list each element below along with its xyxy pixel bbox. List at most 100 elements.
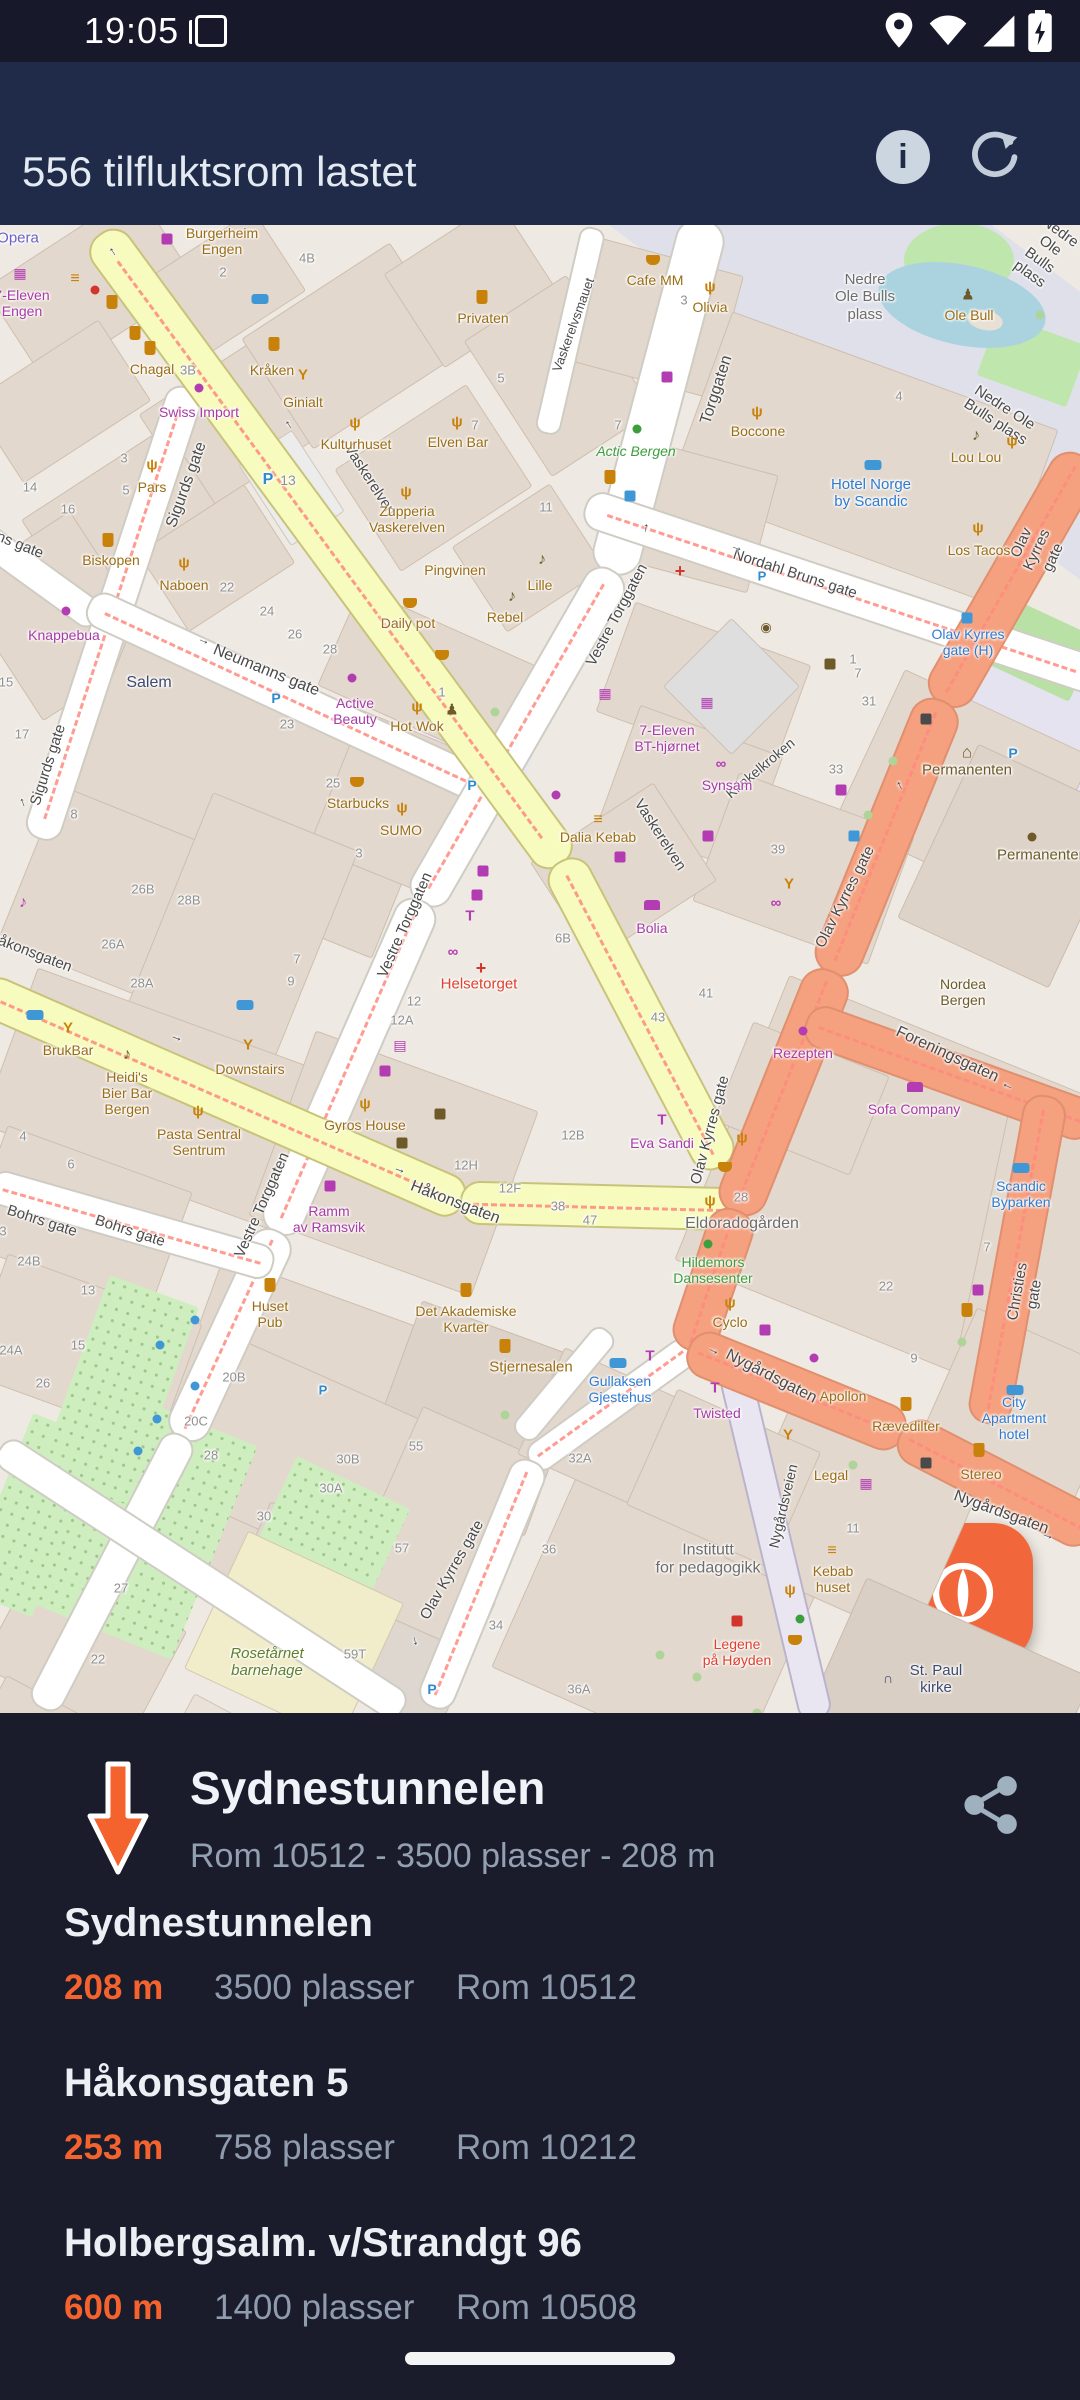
map-label: 25 (326, 777, 340, 792)
map-label: 7 (471, 419, 478, 434)
map-poi-icon: ψ (724, 1296, 735, 1311)
map-poi-dot-icon (633, 425, 642, 434)
map-poi-dot-icon (1036, 311, 1045, 320)
map-label: 36 (542, 1543, 556, 1558)
map-poi-mug-icon (974, 1443, 985, 1457)
map-label: 34 (489, 1619, 503, 1634)
map-poi-sq-icon (380, 1066, 391, 1077)
refresh-button[interactable] (966, 128, 1022, 184)
map-label: 7 (854, 667, 861, 682)
map-label: Lou Lou (951, 449, 1002, 465)
map-label: Stereo (960, 1466, 1001, 1482)
map-poi-icon: ψ (704, 280, 715, 295)
map-label: 22 (879, 1280, 893, 1295)
map-label: Nedre Ole Bulls plass (835, 271, 895, 323)
map-label: P (271, 690, 280, 706)
map-poi-icon: ψ (736, 1131, 747, 1146)
shelter-distance: 208 m (64, 1968, 214, 2008)
map-label: Nordea Bergen (940, 976, 986, 1008)
map-label: 30B (336, 1453, 359, 1468)
map-poi-dot-icon (704, 1240, 713, 1249)
map-label: Actic Bergen (596, 443, 675, 459)
map-label: 28 (323, 643, 337, 658)
shelter-room: Rom 10212 (456, 2128, 637, 2168)
shelter-room: Rom 10508 (456, 2288, 637, 2328)
map-label: Rebel (487, 609, 524, 625)
map-label: 15 (0, 676, 13, 691)
map-label: 26 (288, 628, 302, 643)
info-button[interactable]: i (876, 130, 930, 184)
map-poi-mug-icon (103, 533, 114, 547)
app-header: 556 tilfluktsrom lastet Data er oppdater… (0, 62, 1080, 225)
selected-shelter-subtitle: Rom 10512 - 3500 plasser - 208 m (190, 1837, 715, 1876)
map-label: Synsam (702, 777, 753, 793)
map-label: 24 (260, 605, 274, 620)
map-label: Pasta Sentral Sentrum (157, 1126, 241, 1158)
selected-shelter-row[interactable]: Sydnestunnelen Rom 10512 - 3500 plasser … (0, 1753, 1080, 1883)
map-label: Bolia (636, 920, 667, 936)
map-poi-icon: Y (63, 1021, 73, 1036)
shelter-capacity: 758 plasser (214, 2128, 456, 2168)
map-poi-icon: ♪ (123, 1047, 131, 1063)
map-label: 6 (67, 1158, 74, 1173)
map-label: 22 (91, 1653, 105, 1668)
map-label: SUMO (380, 822, 422, 838)
list-item[interactable]: Holbergsalm. v/Strandgt 96 600 m 1400 pl… (64, 2221, 1024, 2328)
shelter-distance: 253 m (64, 2128, 214, 2168)
map-label: 36A (567, 1683, 590, 1698)
wifi-icon (928, 15, 968, 47)
selected-shelter-title: Sydnestunnelen (190, 1761, 545, 1815)
map-poi-icon: ▤ (393, 1038, 406, 1052)
map-poi-icon: ∞ (448, 945, 459, 960)
map-label: 11 (846, 1522, 860, 1537)
map-label: Det Akademiske Kvarter (415, 1303, 516, 1335)
map-label: Gyros House (324, 1117, 406, 1133)
map-label: 4B (299, 252, 315, 267)
map-poi-mug-icon (477, 290, 488, 304)
map-poi-icon: ψ (396, 801, 407, 816)
nav-handle[interactable] (405, 2352, 675, 2365)
map-label: Elven Bar (428, 434, 489, 450)
map-poi-icon: ▦ (598, 686, 611, 700)
map-poi-icon: ψ (972, 521, 983, 536)
map-label: 2 (219, 266, 226, 281)
map-poi-icon: ▦ (700, 695, 713, 709)
map-label: 31 (862, 695, 876, 710)
map-poi-mug-icon (901, 1397, 912, 1411)
direction-arrow-icon (70, 1758, 166, 1876)
battery-charging-icon (1028, 10, 1052, 52)
map-label: Burgerheim Engen (186, 225, 258, 257)
map-label: 28B (177, 894, 200, 909)
map-label: Cyclo (712, 1314, 747, 1330)
list-item[interactable]: Sydnestunnelen 208 m 3500 plasser Rom 10… (64, 1901, 1024, 2008)
map-poi-dot-icon (889, 757, 898, 766)
map-poi-icon: ♪ (972, 428, 980, 444)
map-label: Olivia (692, 299, 727, 315)
list-item[interactable]: Håkonsgaten 5 253 m 758 plasser Rom 1021… (64, 2061, 1024, 2168)
map-label: 26 (36, 1377, 50, 1392)
map-label: 22 (220, 581, 234, 596)
map-label: 16 (61, 503, 75, 518)
signal-icon (980, 15, 1016, 47)
map-label: 9 (910, 1352, 917, 1367)
map-poi-icon: T (465, 909, 474, 924)
location-icon (882, 11, 916, 51)
share-button[interactable] (962, 1775, 1022, 1835)
map-poi-dot-icon (191, 1382, 200, 1391)
map-label: 11 (539, 501, 553, 516)
map-label: Cafe MM (627, 272, 684, 288)
map-poi-icon: Y (298, 368, 308, 383)
map-label: Salem (126, 674, 171, 692)
shelter-distance: 600 m (64, 2288, 214, 2328)
map-poi-cup-icon (435, 650, 449, 660)
map-label: 5 (497, 372, 504, 387)
map-label: P (467, 777, 476, 793)
map-label: 3 (0, 1225, 7, 1240)
map-poi-icon: ♟ (445, 703, 458, 718)
map-poi-icon: ∞ (716, 757, 727, 772)
map-poi-dot-icon (656, 1651, 665, 1660)
map-poi-icon: ψ (146, 458, 157, 473)
map-label: Ginialt (283, 394, 323, 410)
map-canvas[interactable]: VaskerelvenVaskerelvenTorggatenVestre To… (0, 225, 1080, 1713)
map-poi-icon: ♪ (538, 552, 546, 568)
